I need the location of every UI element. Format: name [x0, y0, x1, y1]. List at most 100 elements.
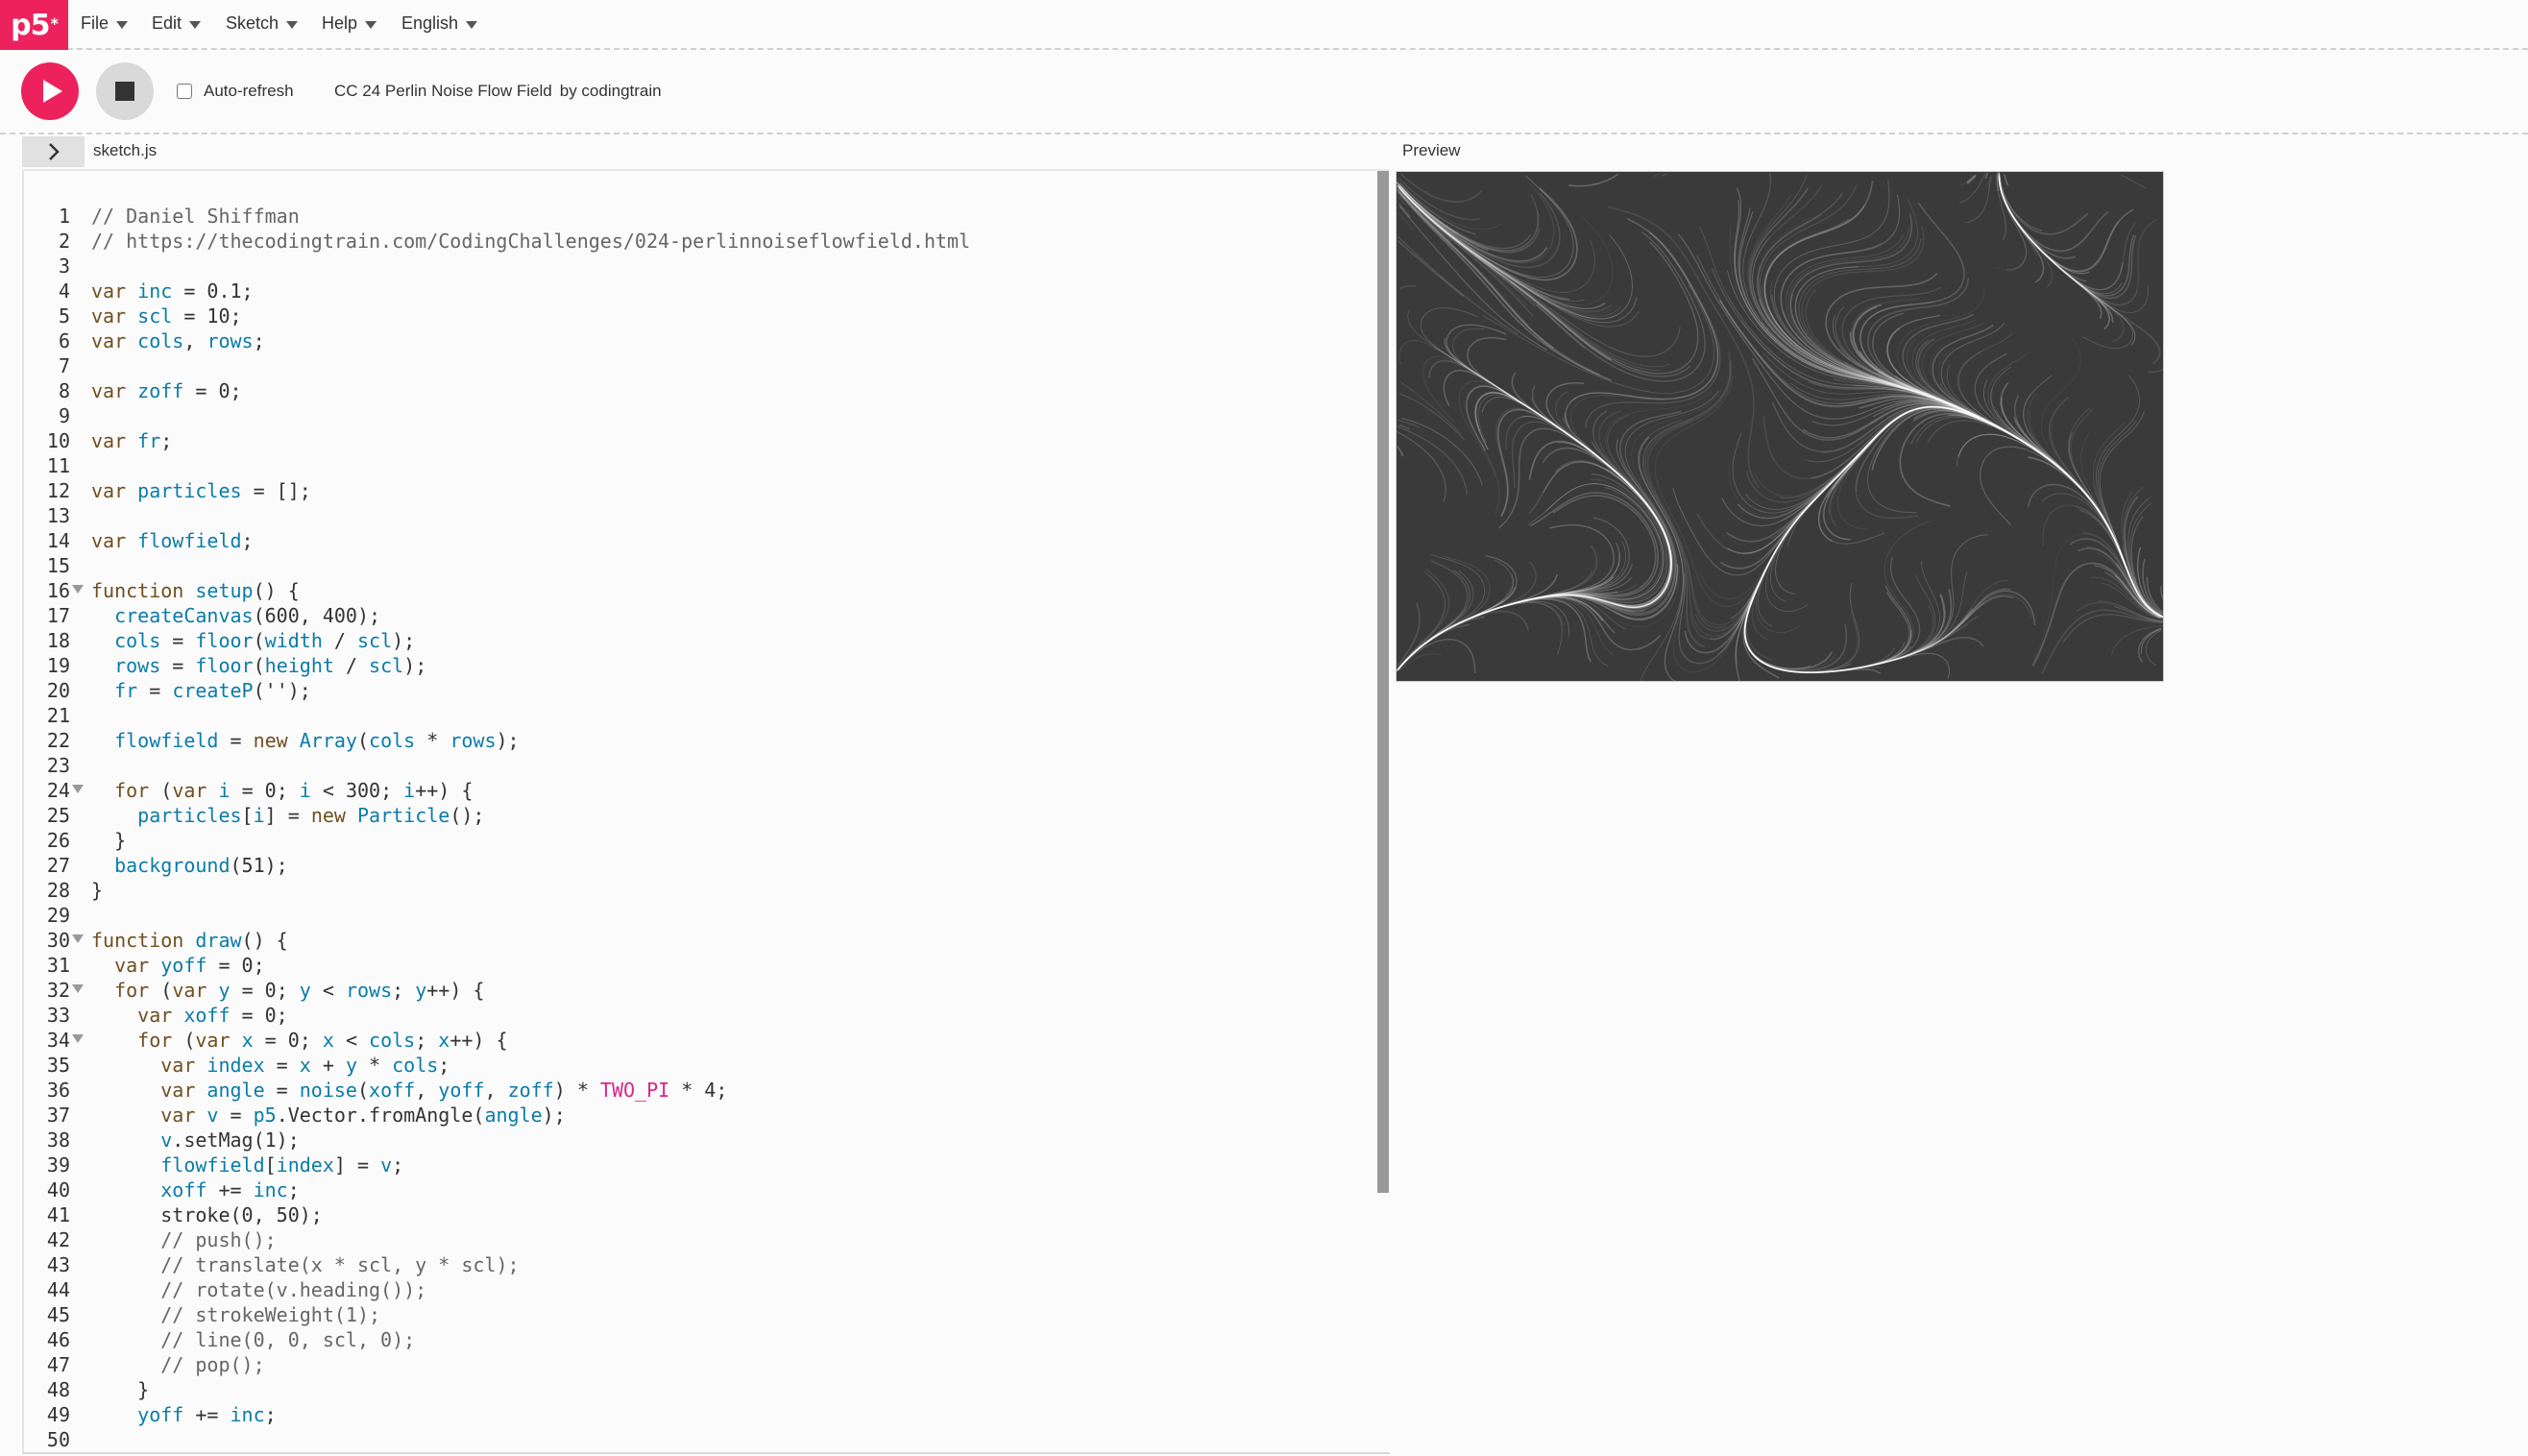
- code-editor[interactable]: 1 // Daniel Shiffman 2 // https://thecoding…: [22, 171, 1390, 1454]
- code-line[interactable]: 1 // Daniel Shiffman: [24, 204, 1390, 229]
- auto-refresh-label: Auto-refresh: [204, 82, 294, 100]
- code-text: // rotate(v.heading());: [160, 1278, 427, 1301]
- code-line[interactable]: 15: [24, 553, 1390, 578]
- code-line[interactable]: 29: [24, 903, 1390, 928]
- fold-arrow-icon[interactable]: [72, 585, 84, 594]
- fold-arrow-icon[interactable]: [72, 984, 84, 993]
- code-line[interactable]: 38 v.setMag(1);: [24, 1128, 1390, 1153]
- code-text: // strokeWeight(1);: [160, 1303, 381, 1326]
- line-number: 2: [58, 230, 70, 253]
- line-number: 9: [58, 404, 70, 427]
- sidebar-toggle-button[interactable]: [22, 136, 85, 167]
- code-text: var inc = 0.1;: [91, 279, 254, 303]
- line-number: 32: [46, 979, 70, 1002]
- code-line[interactable]: 5 var scl = 10;: [24, 303, 1390, 328]
- code-line[interactable]: 42 // push();: [24, 1227, 1390, 1252]
- p5-logo[interactable]: p5 *: [0, 0, 68, 50]
- code-line[interactable]: 22 flowfield = new Array(cols * rows);: [24, 728, 1390, 753]
- code-line[interactable]: 33 var xoff = 0;: [24, 1003, 1390, 1028]
- code-line[interactable]: 10 var fr;: [24, 428, 1390, 453]
- code-line[interactable]: 8 var zoff = 0;: [24, 378, 1390, 403]
- code-line[interactable]: 16 function setup() {: [24, 578, 1390, 603]
- code-line[interactable]: 21: [24, 703, 1390, 728]
- line-number: 49: [46, 1403, 70, 1426]
- editor-scrollbar[interactable]: [1377, 171, 1389, 1193]
- code-line[interactable]: 50: [24, 1427, 1390, 1452]
- code-line[interactable]: 47 // pop();: [24, 1352, 1390, 1377]
- code-line[interactable]: 19 rows = floor(height / scl);: [24, 653, 1390, 678]
- code-line[interactable]: 25 particles[i] = new Particle();: [24, 803, 1390, 828]
- code-text: }: [91, 1378, 150, 1401]
- code-line[interactable]: 41 stroke(0, 50);: [24, 1202, 1390, 1227]
- stop-button[interactable]: [96, 62, 154, 120]
- flow-field-render: [1397, 172, 2163, 681]
- menu-file[interactable]: File: [81, 13, 129, 34]
- code-line[interactable]: 4 var inc = 0.1;: [24, 279, 1390, 303]
- code-line[interactable]: 23: [24, 753, 1390, 778]
- menu-sketch[interactable]: Sketch: [226, 13, 299, 34]
- line-number: 30: [46, 929, 70, 952]
- fold-arrow-icon[interactable]: [72, 1034, 84, 1043]
- code-line[interactable]: 35 var index = x + y * cols;: [24, 1053, 1390, 1078]
- menu-edit[interactable]: Edit: [152, 13, 202, 34]
- code-line[interactable]: 43 // translate(x * scl, y * scl);: [24, 1252, 1390, 1277]
- menu-language[interactable]: English: [401, 13, 478, 34]
- code-line[interactable]: 24 for (var i = 0; i < 300; i++) {: [24, 778, 1390, 803]
- sketch-name[interactable]: CC 24 Perlin Noise Flow Field: [334, 82, 552, 100]
- line-number: 27: [46, 854, 70, 877]
- code-line[interactable]: 40 xoff += inc;: [24, 1177, 1390, 1202]
- code-line[interactable]: 27 background(51);: [24, 853, 1390, 878]
- menu-sketch-label: Sketch: [226, 13, 280, 33]
- code-line[interactable]: 9: [24, 403, 1390, 428]
- fold-arrow-icon[interactable]: [72, 785, 84, 793]
- code-text: // https://thecodingtrain.com/CodingChal…: [91, 230, 971, 253]
- line-number: 35: [46, 1054, 70, 1077]
- code-line[interactable]: 34 for (var x = 0; x < cols; x++) {: [24, 1028, 1390, 1053]
- auto-refresh-toggle[interactable]: Auto-refresh: [177, 82, 294, 101]
- code-line[interactable]: 36 var angle = noise(xoff, yoff, zoff) *…: [24, 1078, 1390, 1103]
- code-line[interactable]: 14 var flowfield;: [24, 528, 1390, 553]
- code-text: flowfield[index] = v;: [160, 1153, 404, 1177]
- code-text: fr = createP('');: [114, 679, 311, 702]
- line-number: 50: [46, 1428, 70, 1451]
- code-text: v.setMag(1);: [160, 1128, 300, 1152]
- line-number: 37: [46, 1104, 70, 1127]
- code-line[interactable]: 26 }: [24, 828, 1390, 853]
- stop-icon: [115, 82, 134, 101]
- menu-help[interactable]: Help: [322, 13, 377, 34]
- code-text: var v = p5.Vector.fromAngle(angle);: [160, 1104, 566, 1127]
- code-line[interactable]: 2 // https://thecodingtrain.com/CodingCha…: [24, 229, 1390, 254]
- fold-arrow-icon[interactable]: [72, 934, 84, 943]
- code-line[interactable]: 18 cols = floor(width / scl);: [24, 628, 1390, 653]
- code-line[interactable]: 48 }: [24, 1377, 1390, 1402]
- code-line[interactable]: 12 var particles = [];: [24, 478, 1390, 503]
- code-line[interactable]: 32 for (var y = 0; y < rows; y++) {: [24, 978, 1390, 1003]
- code-line[interactable]: 30 function draw() {: [24, 928, 1390, 953]
- line-number: 18: [46, 629, 70, 652]
- code-line[interactable]: 13: [24, 503, 1390, 528]
- auto-refresh-checkbox[interactable]: [177, 84, 192, 99]
- code-line[interactable]: 39 flowfield[index] = v;: [24, 1153, 1390, 1177]
- code-line[interactable]: 44 // rotate(v.heading());: [24, 1277, 1390, 1302]
- code-line[interactable]: 31 var yoff = 0;: [24, 953, 1390, 978]
- line-number: 12: [46, 479, 70, 502]
- code-text: xoff += inc;: [160, 1178, 300, 1201]
- code-line[interactable]: 17 createCanvas(600, 400);: [24, 603, 1390, 628]
- preview-canvas[interactable]: [1396, 171, 2164, 682]
- code-text: cols = floor(width / scl);: [114, 629, 416, 652]
- code-line[interactable]: 28}: [24, 878, 1390, 903]
- file-tab-sketch[interactable]: sketch.js: [93, 141, 157, 160]
- code-line[interactable]: 45 // strokeWeight(1);: [24, 1302, 1390, 1327]
- code-line[interactable]: 49 yoff += inc;: [24, 1402, 1390, 1427]
- code-text: for (var y = 0; y < rows; y++) {: [114, 979, 485, 1002]
- play-button[interactable]: [21, 62, 79, 120]
- code-line[interactable]: 46 // line(0, 0, scl, 0);: [24, 1327, 1390, 1352]
- code-line[interactable]: 37 var v = p5.Vector.fromAngle(angle);: [24, 1103, 1390, 1128]
- code-text: var angle = noise(xoff, yoff, zoff) * TW…: [160, 1079, 728, 1102]
- chevron-down-icon: [116, 20, 129, 29]
- code-line[interactable]: 3: [24, 254, 1390, 279]
- code-line[interactable]: 11: [24, 453, 1390, 478]
- code-line[interactable]: 7: [24, 353, 1390, 378]
- code-line[interactable]: 6 var cols, rows;: [24, 328, 1390, 353]
- code-line[interactable]: 20 fr = createP('');: [24, 678, 1390, 703]
